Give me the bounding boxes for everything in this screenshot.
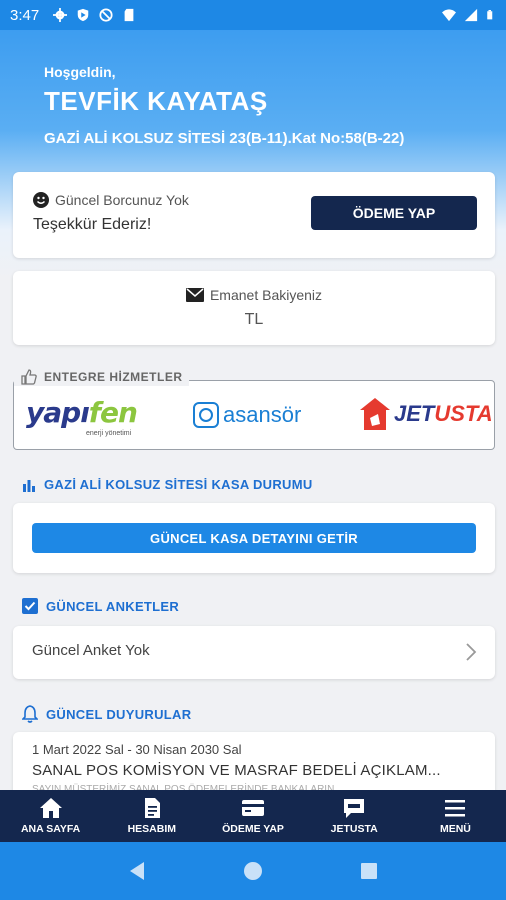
bell-icon xyxy=(22,705,38,723)
asansor-logo[interactable]: asansör xyxy=(193,402,301,428)
kasa-detail-button[interactable]: GÜNCEL KASA DETAYINI GETİR xyxy=(32,523,476,553)
deposit-label-row: Emanet Bakiyeniz xyxy=(13,287,495,303)
anket-card[interactable]: Güncel Anket Yok xyxy=(13,626,495,679)
chat-icon xyxy=(344,799,365,818)
debt-status-row: Güncel Borcunuz Yok xyxy=(33,192,189,208)
shield-icon xyxy=(77,8,89,22)
recents-icon[interactable] xyxy=(360,862,378,880)
greeting: Hoşgeldin, xyxy=(44,64,116,80)
duyuru-item-title: SANAL POS KOMİSYON VE MASRAF BEDELİ AÇIK… xyxy=(32,762,441,779)
asansor-logo-icon xyxy=(193,402,219,428)
anket-section-title: GÜNCEL ANKETLER xyxy=(22,598,179,614)
integrated-services-label: ENTEGRE HİZMETLER xyxy=(44,370,183,384)
yapifen-logo[interactable]: yapıfen enerji yönetimi xyxy=(26,396,138,437)
nav-payment-label: ÖDEME YAP xyxy=(222,823,284,835)
debt-thanks-text: Teşekkür Ederiz! xyxy=(33,216,152,233)
thumbs-up-icon xyxy=(21,369,37,385)
bar-chart-icon xyxy=(23,479,35,492)
jetusta-logo-jet: JET xyxy=(394,401,435,426)
nav-jetusta[interactable]: JETUSTA xyxy=(304,790,405,842)
deposit-card[interactable]: Emanet Bakiyeniz TL xyxy=(13,271,495,345)
duyuru-section-label: GÜNCEL DUYURULAR xyxy=(46,706,192,722)
anket-empty-text: Güncel Anket Yok xyxy=(32,642,150,659)
nav-menu[interactable]: MENÜ xyxy=(405,790,506,842)
nav-home-label: ANA SAYFA xyxy=(20,823,81,835)
card-icon xyxy=(242,800,264,816)
menu-icon xyxy=(445,800,466,817)
deposit-value: TL xyxy=(244,311,264,328)
sd-card-icon xyxy=(124,8,134,22)
status-time: 3:47 xyxy=(10,6,40,24)
home-icon xyxy=(39,798,62,818)
debt-status-text: Güncel Borcunuz Yok xyxy=(55,192,189,208)
nav-menu-label: MENÜ xyxy=(439,823,471,835)
deposit-label: Emanet Bakiyeniz xyxy=(209,287,323,303)
debt-card: Güncel Borcunuz Yok Teşekkür Ederiz! ÖDE… xyxy=(13,172,495,258)
user-name: TEVFİK KAYATAŞ xyxy=(44,86,268,116)
anket-section-label: GÜNCEL ANKETLER xyxy=(46,598,180,614)
pay-button[interactable]: ÖDEME YAP xyxy=(311,196,477,230)
kasa-card: GÜNCEL KASA DETAYINI GETİR xyxy=(13,503,495,573)
mail-icon xyxy=(185,288,204,302)
user-address: GAZİ ALİ KOLSUZ SİTESİ 23(B-11).Kat No:5… xyxy=(44,130,405,147)
document-icon xyxy=(144,798,160,818)
kasa-section-label: GAZİ ALİ KOLSUZ SİTESİ KASA DURUMU xyxy=(44,477,313,492)
home-circle-icon[interactable] xyxy=(243,861,263,881)
integrated-services-title: ENTEGRE HİZMETLER xyxy=(14,368,189,386)
wifi-icon xyxy=(442,9,456,22)
asansor-logo-text: asansör xyxy=(223,402,302,427)
duyuru-date: 1 Mart 2022 Sal - 30 Nisan 2030 Sal xyxy=(32,742,242,757)
checkbox-icon xyxy=(22,598,38,614)
yapifen-logo-text: yapıfen xyxy=(26,396,138,429)
battery-icon xyxy=(487,10,493,20)
nav-home[interactable]: ANA SAYFA xyxy=(0,790,101,842)
nav-account[interactable]: HESABIM xyxy=(101,790,202,842)
system-navigation-bar xyxy=(0,842,506,900)
nav-jetusta-label: JETUSTA xyxy=(330,823,378,835)
yapifen-logo-sub: enerji yönetimi xyxy=(86,430,132,437)
bottom-navigation: ANA SAYFA HESABIM ÖDEME YAP JETUSTA MENÜ xyxy=(0,790,506,842)
back-icon[interactable] xyxy=(128,861,146,881)
kasa-section-title: GAZİ ALİ KOLSUZ SİTESİ KASA DURUMU xyxy=(22,477,313,492)
nav-payment[interactable]: ÖDEME YAP xyxy=(202,790,303,842)
signal-icon xyxy=(464,8,478,22)
smiley-icon xyxy=(33,192,49,208)
jetusta-logo-icon xyxy=(360,398,390,430)
duyuru-section-title: GÜNCEL DUYURULAR xyxy=(22,705,191,723)
nav-account-label: HESABIM xyxy=(127,823,177,835)
gear-icon xyxy=(53,8,68,22)
data-saver-icon xyxy=(99,8,113,22)
jetusta-logo[interactable]: JETUSTA xyxy=(358,396,493,432)
jetusta-logo-usta: USTA xyxy=(434,401,493,426)
chevron-right-icon xyxy=(466,643,477,661)
status-bar: 3:47 xyxy=(0,0,506,30)
